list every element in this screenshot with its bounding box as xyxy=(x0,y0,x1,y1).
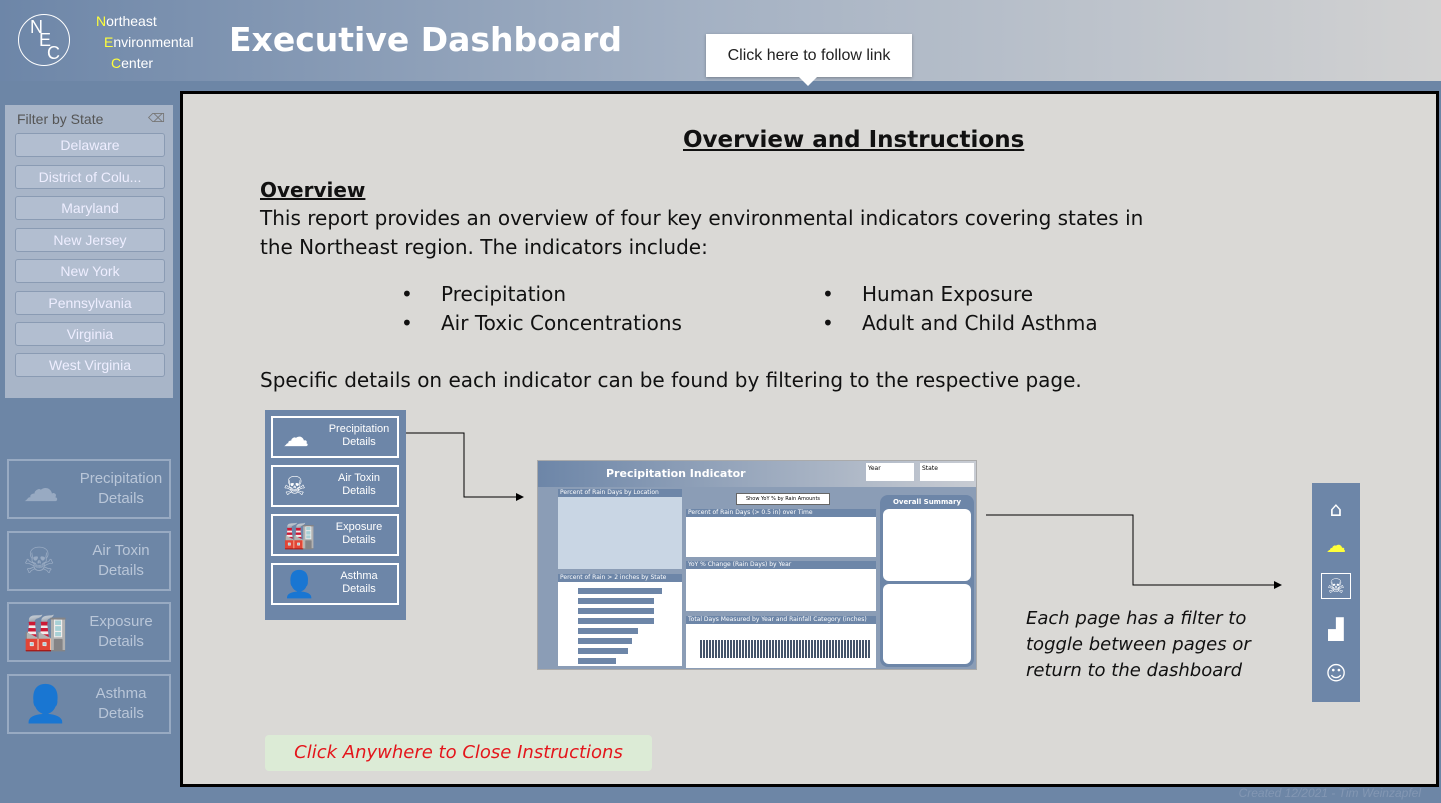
logo-letter: C xyxy=(47,43,60,63)
instructions-overlay[interactable]: Overview and Instructions Overview This … xyxy=(180,91,1439,787)
state-pennsylvania[interactable]: Pennsylvania xyxy=(15,291,165,315)
precipitation-details-button[interactable]: ☁ Precipitation Details xyxy=(7,459,171,519)
asthma-details-button[interactable]: 👤 Asthma Details xyxy=(7,674,171,734)
state-new-york[interactable]: New York xyxy=(15,259,165,283)
state-new-jersey[interactable]: New Jersey xyxy=(15,228,165,252)
arrows xyxy=(406,432,1282,589)
follow-link-tooltip: Click here to follow link xyxy=(706,34,912,86)
org-name: Northeast Environmental Center xyxy=(96,13,194,71)
state-dc[interactable]: District of Colu... xyxy=(15,165,165,189)
state-virginia[interactable]: Virginia xyxy=(15,322,165,346)
rain-cloud-icon: ☁ xyxy=(23,468,59,509)
air-toxin-details-button[interactable]: ☠ Air Toxin Details xyxy=(7,531,171,591)
filter-label: Filter by State xyxy=(17,111,104,127)
state-filter: Filter by State ⌫ Delaware District of C… xyxy=(5,105,173,398)
exposure-details-button[interactable]: 🏭 Exposure Details xyxy=(7,602,171,662)
state-west-virginia[interactable]: West Virginia xyxy=(15,353,165,377)
skull-icon: ☠ xyxy=(23,540,56,581)
state-maryland[interactable]: Maryland xyxy=(15,196,165,220)
state-delaware[interactable]: Delaware xyxy=(15,133,165,157)
page-title: Executive Dashboard xyxy=(229,20,622,59)
person-icon: 👤 xyxy=(23,683,68,724)
nec-logo: N E C xyxy=(18,14,70,66)
eraser-icon[interactable]: ⌫ xyxy=(148,111,165,125)
factory-icon: 🏭 xyxy=(23,611,68,652)
